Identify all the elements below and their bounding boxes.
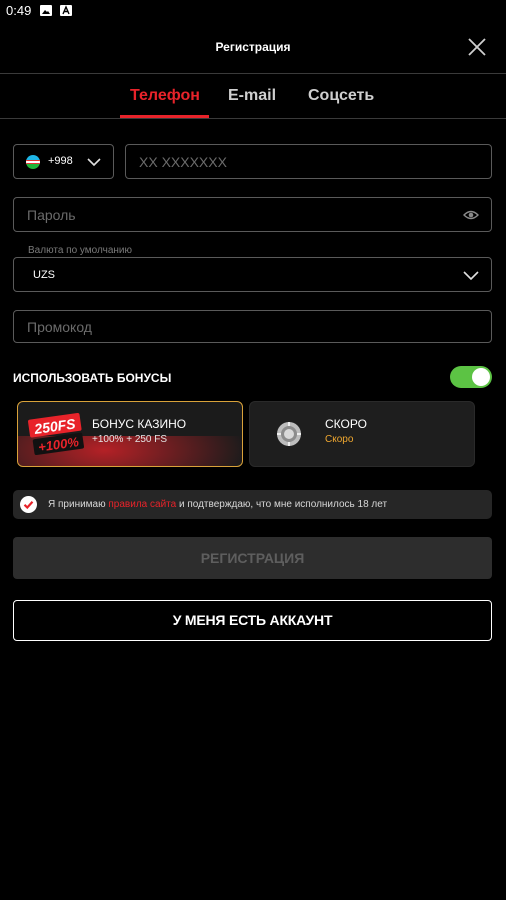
a-icon bbox=[60, 5, 72, 16]
bonus-badge-line2: +100% bbox=[37, 434, 80, 455]
bonus-card-soon[interactable]: СКОРО Скоро bbox=[249, 401, 475, 467]
bonus-card-title: СКОРО bbox=[325, 417, 367, 431]
currency-value: UZS bbox=[33, 269, 55, 281]
use-bonuses-label: ИСПОЛЬЗОВАТЬ БОНУСЫ bbox=[13, 371, 172, 385]
header: Регистрация bbox=[0, 22, 506, 74]
chip-icon bbox=[277, 422, 301, 446]
page-title: Регистрация bbox=[215, 40, 291, 54]
terms-agreement: Я принимаю правила сайта и подтверждаю, … bbox=[13, 490, 492, 519]
promo-field bbox=[13, 310, 492, 343]
chevron-down-icon bbox=[463, 268, 479, 282]
bonus-card-subtitle: +100% + 250 FS bbox=[92, 434, 168, 445]
tab-social[interactable]: Соцсеть bbox=[308, 87, 374, 105]
site-rules-link[interactable]: правила сайта bbox=[108, 499, 176, 510]
register-button[interactable]: РЕГИСТРАЦИЯ bbox=[13, 537, 492, 579]
image-icon bbox=[40, 5, 52, 16]
country-code-value: +998 bbox=[48, 155, 73, 167]
bonus-card-casino[interactable]: 250FS +100% БОНУС КАЗИНО +100% + 250 FS bbox=[17, 401, 243, 467]
status-time: 0:49 bbox=[6, 3, 32, 18]
have-account-button[interactable]: У МЕНЯ ЕСТЬ АККАУНТ bbox=[13, 600, 492, 641]
active-tab-indicator bbox=[120, 115, 209, 118]
bonus-card-subtitle: Скоро bbox=[325, 434, 354, 445]
status-bar: 0:49 bbox=[0, 0, 506, 22]
terms-text: Я принимаю правила сайта и подтверждаю, … bbox=[48, 499, 388, 510]
eye-icon[interactable] bbox=[463, 208, 479, 222]
phone-field bbox=[125, 144, 492, 179]
password-input[interactable] bbox=[14, 198, 491, 231]
bonus-card-title: БОНУС КАЗИНО bbox=[92, 417, 187, 431]
tab-phone[interactable]: Телефон bbox=[130, 87, 200, 105]
currency-select[interactable]: UZS bbox=[13, 257, 492, 292]
country-code-select[interactable]: +998 bbox=[13, 144, 114, 179]
currency-label: Валюта по умолчанию bbox=[28, 245, 133, 256]
terms-checkbox[interactable] bbox=[20, 496, 37, 513]
bonus-badge-icon: 250FS +100% bbox=[28, 412, 85, 456]
chevron-down-icon bbox=[87, 155, 101, 169]
toggle-knob bbox=[472, 368, 490, 386]
registration-tabs: Телефон E-mail Соцсеть bbox=[0, 75, 506, 119]
use-bonuses-toggle[interactable] bbox=[450, 366, 492, 388]
uzbekistan-flag-icon bbox=[26, 155, 40, 169]
promo-input[interactable] bbox=[14, 311, 491, 342]
tab-email[interactable]: E-mail bbox=[228, 87, 276, 105]
password-field bbox=[13, 197, 492, 232]
close-icon[interactable] bbox=[466, 36, 488, 58]
phone-input[interactable] bbox=[126, 145, 491, 178]
